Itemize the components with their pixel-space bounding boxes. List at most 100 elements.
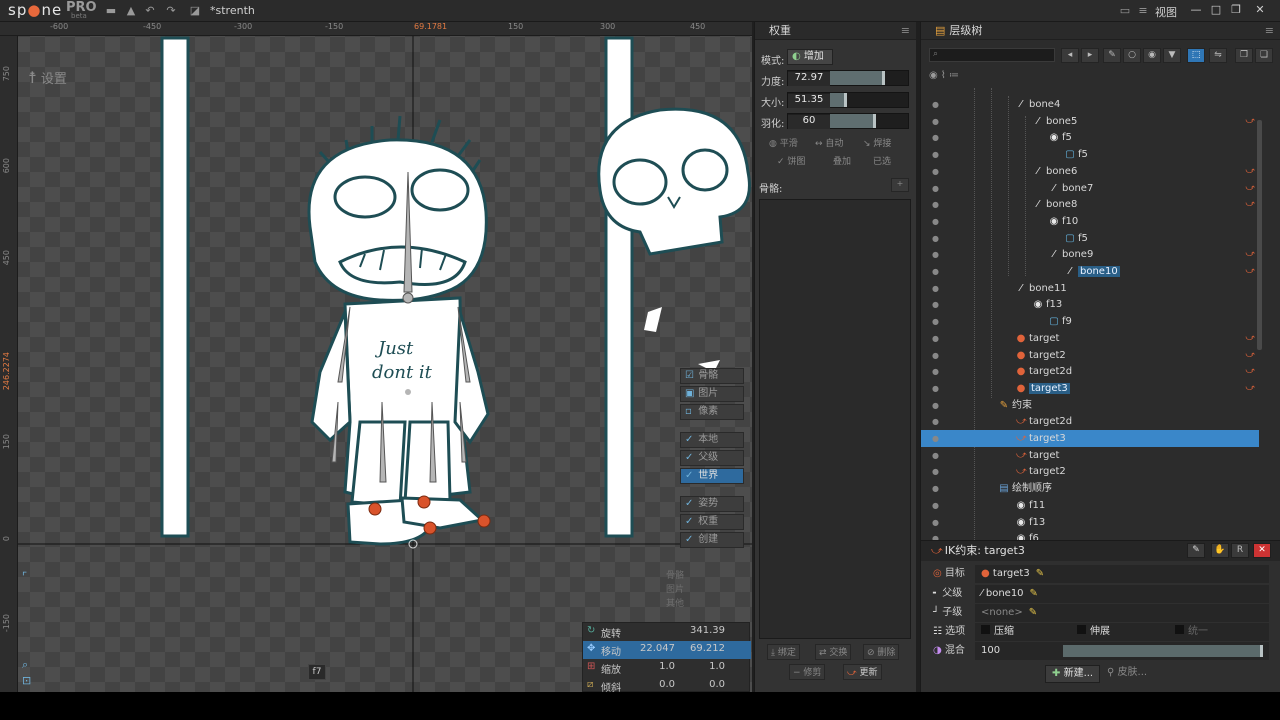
tree-row-26[interactable]: ● ◉ f6: [921, 530, 1259, 540]
select-icon[interactable]: ⬚: [1187, 48, 1205, 63]
tree-row-5[interactable]: ● ⁄ bone7 ⤻: [921, 180, 1259, 197]
restore-icon[interactable]: ❐: [1228, 3, 1244, 17]
delete-icon[interactable]: ✕: [1253, 543, 1271, 558]
tree-row-17[interactable]: ● ● target3 ⤻: [921, 380, 1259, 397]
tree-row-4[interactable]: ● ⁄ bone6 ⤻: [921, 163, 1259, 180]
ik-mix-row[interactable]: ◑ 混合 100: [927, 642, 1275, 660]
tool-local[interactable]: ✓ 本地: [680, 432, 744, 448]
tree-row-12[interactable]: ● ◉ f13: [921, 296, 1259, 313]
tree-row-21[interactable]: ● ⤻ target: [921, 447, 1259, 464]
tree-row-0[interactable]: ● ⁄ bone4: [921, 96, 1259, 113]
tree-list[interactable]: ● ⁄ bone4 ● ⁄ bone5 ⤻ ● ◉ f5 ● ▢ f5 ● ⁄ bone6 ⤻ ● ⁄ bone7 ⤻ ●…: [921, 88, 1261, 540]
visibility-icon[interactable]: ●: [932, 347, 939, 364]
tool-images[interactable]: ▣ 图片: [680, 386, 744, 402]
selected-toggle[interactable]: 已选: [873, 154, 891, 170]
visibility-icon[interactable]: ●: [932, 397, 939, 414]
update-button[interactable]: ⤻ 更新: [843, 664, 882, 680]
settings-label[interactable]: ☨ 设置: [28, 68, 67, 87]
visibility-icon[interactable]: ●: [932, 96, 939, 113]
tool-parent[interactable]: ✓ 父级: [680, 450, 744, 466]
tree-row-13[interactable]: ● ▢ f9: [921, 313, 1259, 330]
overlay-toggle[interactable]: 叠加: [833, 154, 851, 170]
maximize-icon[interactable]: □: [1208, 3, 1224, 17]
visibility-icon[interactable]: ●: [932, 413, 939, 430]
tool-create[interactable]: ✓ 创建: [680, 532, 744, 548]
tree-row-7[interactable]: ● ◉ f10: [921, 213, 1259, 230]
visibility-icon[interactable]: ●: [932, 246, 939, 263]
move-row[interactable]: ✥ 移动 22.047 69.212: [583, 641, 751, 659]
lock-icon[interactable]: ▲: [124, 4, 138, 18]
visibility-icon[interactable]: ●: [932, 263, 939, 280]
tree-row-25[interactable]: ● ◉ f13: [921, 514, 1259, 531]
filter-icon[interactable]: ▼: [1163, 48, 1181, 63]
edit-icon[interactable]: ✎: [1187, 543, 1205, 558]
bind-button[interactable]: ⤓ 绑定: [767, 644, 800, 660]
tree-row-11[interactable]: ● ⁄ bone11: [921, 280, 1259, 297]
tree-row-8[interactable]: ● ▢ f5: [921, 230, 1259, 247]
zoom-icon[interactable]: ⌕: [22, 658, 28, 672]
weld-button[interactable]: ↘ 焊接: [863, 136, 891, 152]
tree-row-23[interactable]: ● ▤ 绘制顺序: [921, 480, 1259, 497]
save-icon[interactable]: ▬: [104, 4, 118, 18]
size-slider[interactable]: 51.35: [787, 92, 909, 108]
tree-row-22[interactable]: ● ⤻ target2: [921, 463, 1259, 480]
skin-button[interactable]: ⚲ 皮肤...: [1101, 665, 1153, 683]
feather-slider[interactable]: 60: [787, 113, 909, 129]
slot-filter-icon[interactable]: ○: [1123, 48, 1141, 63]
mode-dropdown[interactable]: ◐ 增加: [787, 49, 833, 65]
visibility-icon[interactable]: ●: [932, 146, 939, 163]
eye-filter-icon[interactable]: ◉: [1143, 48, 1161, 63]
tree-row-24[interactable]: ● ◉ f11: [921, 497, 1259, 514]
visibility-icon[interactable]: ●: [932, 430, 939, 447]
bones-add-icon[interactable]: +: [891, 178, 909, 192]
visibility-icon[interactable]: ●: [932, 380, 939, 397]
paste-icon[interactable]: ❏: [1255, 48, 1273, 63]
tool-pose[interactable]: ✓ 姿势: [680, 496, 744, 512]
redo-icon[interactable]: ↷: [164, 4, 178, 18]
smooth-button[interactable]: ◍ 平滑: [769, 136, 798, 152]
tree-row-14[interactable]: ● ● target ⤻: [921, 330, 1259, 347]
tree-row-2[interactable]: ● ◉ f5: [921, 129, 1259, 146]
visibility-icon[interactable]: ●: [932, 230, 939, 247]
minimize-icon[interactable]: —: [1188, 3, 1204, 17]
link-icon[interactable]: ⇋: [1209, 48, 1227, 63]
ik-target-row[interactable]: ◎ 目标 ● target3 ✎: [927, 565, 1275, 583]
prev-icon[interactable]: ◂: [1061, 48, 1079, 63]
visibility-icon[interactable]: ●: [932, 113, 939, 130]
visibility-icon[interactable]: ●: [932, 280, 939, 297]
ik-child-row[interactable]: ┘ 子级 <none> ✎: [927, 604, 1275, 622]
visibility-icon[interactable]: ●: [932, 480, 939, 497]
scale-row[interactable]: ⊞ 缩放 1.0 1.0: [583, 659, 751, 677]
visibility-icon[interactable]: ●: [932, 313, 939, 330]
rename-icon[interactable]: R: [1231, 543, 1249, 558]
tree-scrollbar[interactable]: [1257, 120, 1262, 350]
stack-icon[interactable]: ≡: [1136, 4, 1150, 18]
uniform-checkbox[interactable]: 统一: [1175, 623, 1208, 641]
visibility-icon[interactable]: ●: [932, 447, 939, 464]
tool-bones[interactable]: ☑ 骨骼: [680, 368, 744, 384]
bone-filter-icon[interactable]: ✎: [1103, 48, 1121, 63]
tree-row-19[interactable]: ● ⤻ target2d: [921, 413, 1259, 430]
visibility-grid[interactable]: 骨骼 图片 其他: [664, 564, 744, 612]
tool-weights[interactable]: ✓ 权重: [680, 514, 744, 530]
tree-row-3[interactable]: ● ▢ f5: [921, 146, 1259, 163]
visibility-icon[interactable]: ●: [932, 129, 939, 146]
visibility-icon[interactable]: ●: [932, 530, 939, 540]
auto-button[interactable]: ↔ 自动: [815, 136, 843, 152]
close-icon[interactable]: ✕: [1252, 3, 1268, 17]
tree-row-10[interactable]: ● ⁄ bone10 ⤻: [921, 263, 1259, 280]
tree-row-20[interactable]: ● ⤻ target3: [921, 430, 1259, 447]
visibility-icon[interactable]: ●: [932, 363, 939, 380]
undo-icon[interactable]: ↶: [143, 4, 157, 18]
visibility-icon[interactable]: ●: [932, 514, 939, 531]
tree-row-6[interactable]: ● ⁄ bone8 ⤻: [921, 196, 1259, 213]
compress-checkbox[interactable]: 压缩: [981, 623, 1014, 641]
search-input[interactable]: ⌕: [929, 48, 1055, 62]
stretch-checkbox[interactable]: 伸展: [1077, 623, 1110, 641]
visibility-icon[interactable]: ●: [932, 163, 939, 180]
visibility-icon[interactable]: ●: [932, 296, 939, 313]
ik-parent-row[interactable]: ╸ 父级 ⁄ bone10 ✎: [927, 585, 1275, 603]
tool-pixels[interactable]: ▫ 像素: [680, 404, 744, 420]
tree-row-16[interactable]: ● ● target2d ⤻: [921, 363, 1259, 380]
bones-list[interactable]: [759, 199, 911, 639]
